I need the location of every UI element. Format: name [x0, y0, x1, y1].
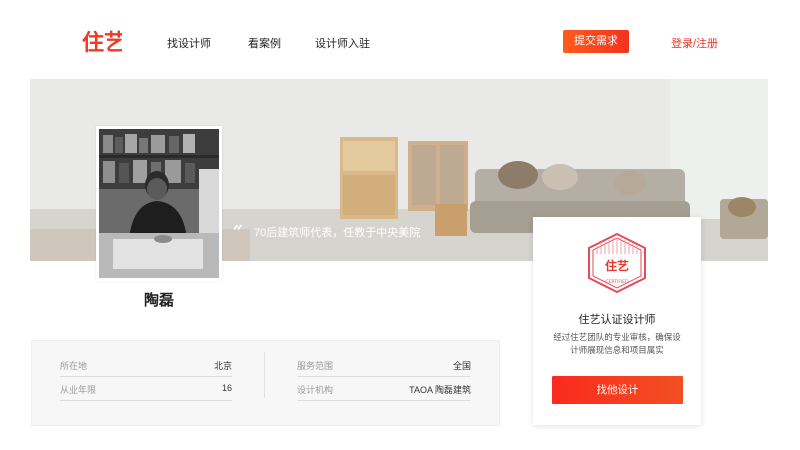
find-him-design-button[interactable]: 找他设计 [552, 376, 683, 404]
location-label: 所在地 [60, 361, 88, 371]
info-divider [264, 352, 265, 398]
years-label: 从业年限 [60, 385, 97, 395]
login-register-link[interactable]: 登录/注册 [671, 35, 718, 51]
certification-card: 住艺 CERTIFIED 住艺认证设计师 经过住艺团队的专业审核，确保设计师展现… [533, 217, 701, 425]
location-value: 北京 [213, 361, 232, 371]
certification-title: 住艺认证设计师 [578, 314, 656, 326]
info-row-service: 服务范围 全国 [297, 355, 471, 377]
quote-icon: “ [233, 222, 243, 242]
svg-text:CERTIFIED: CERTIFIED [605, 279, 629, 285]
certified-badge-icon: 住艺 CERTIFIED [583, 232, 651, 294]
service-label: 服务范围 [297, 361, 334, 371]
svg-text:住艺: 住艺 [605, 258, 629, 273]
years-value: 16 [221, 383, 232, 393]
nav-find-designer[interactable]: 找设计师 [167, 35, 211, 51]
submit-request-button[interactable]: 提交需求 [563, 30, 629, 53]
nav-designer-join[interactable]: 设计师入驻 [315, 35, 370, 51]
org-value: TAOA 陶磊建筑 [409, 385, 471, 395]
info-row-org: 设计机构 TAOA 陶磊建筑 [297, 379, 471, 401]
svg-text:住艺: 住艺 [82, 30, 122, 56]
org-label: 设计机构 [297, 385, 334, 395]
info-row-years: 从业年限 16 [60, 379, 232, 401]
service-value: 全国 [452, 361, 471, 371]
designer-name: 陶磊 [143, 292, 174, 309]
designer-tagline: 70后建筑师代表，任教于中央美院 [254, 227, 421, 239]
zhuyi-logo[interactable]: 住艺 [82, 26, 126, 56]
top-header: 住艺 找设计师 看案例 设计师入驻 提交需求 登录/注册 [0, 0, 800, 80]
designer-avatar[interactable] [96, 126, 222, 281]
certification-description: 经过住艺团队的专业审核，确保设计师展现信息和项目属实 [553, 332, 681, 355]
info-row-location: 所在地 北京 [60, 355, 232, 377]
nav-view-cases[interactable]: 看案例 [248, 35, 281, 51]
